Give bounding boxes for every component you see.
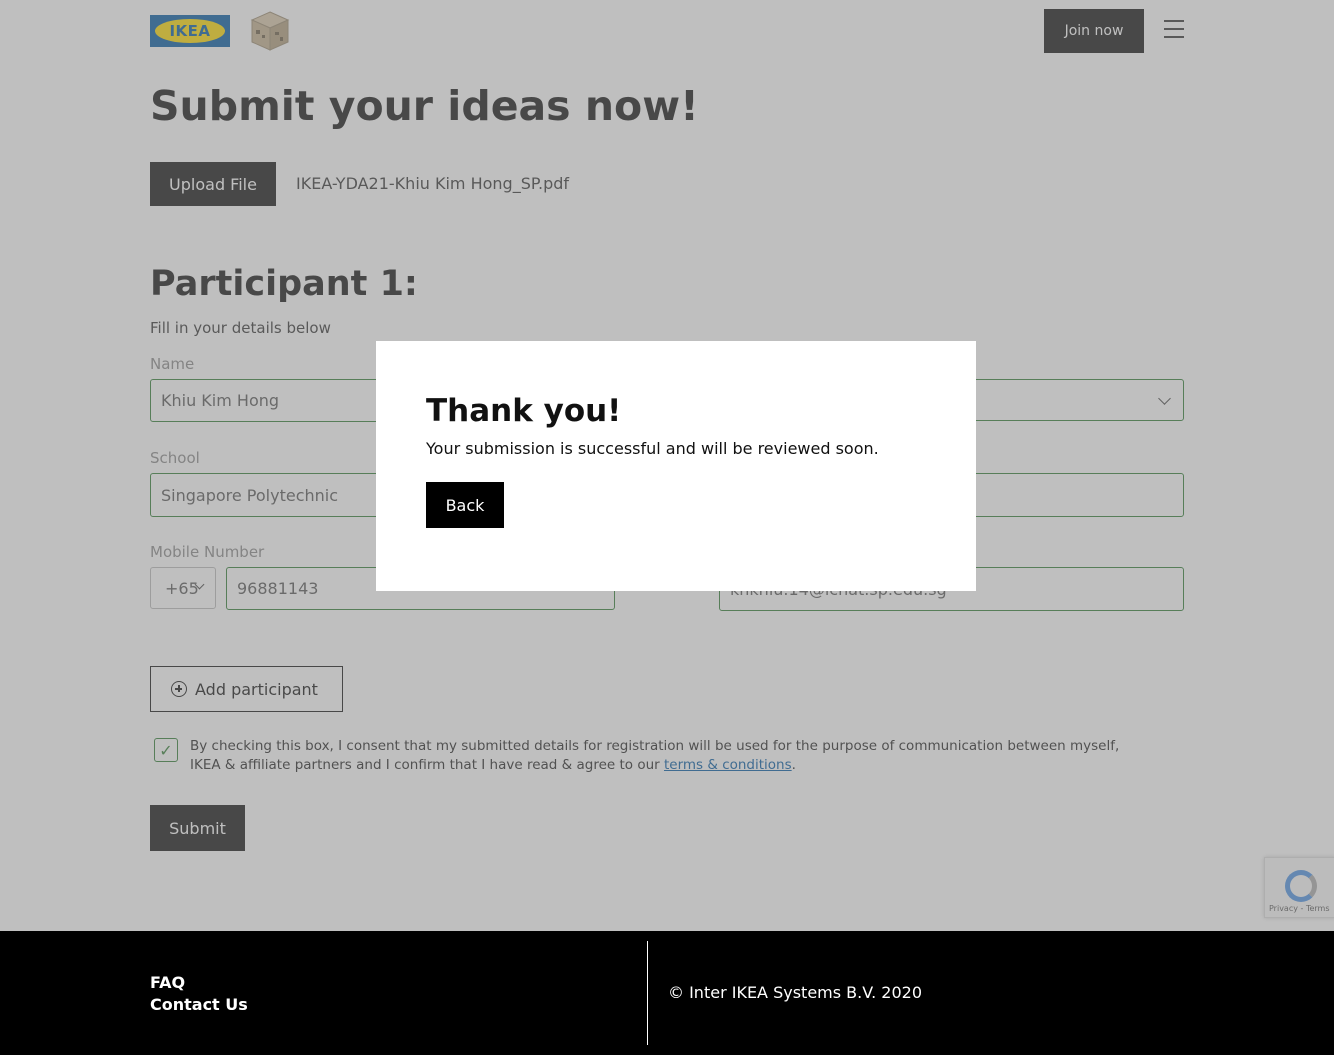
back-button[interactable]: Back	[426, 482, 504, 528]
contact-us-link[interactable]: Contact Us	[150, 994, 248, 1016]
footer-links: FAQ Contact Us	[150, 972, 248, 1016]
faq-link[interactable]: FAQ	[150, 972, 248, 994]
footer: FAQ Contact Us © Inter IKEA Systems B.V.…	[0, 931, 1334, 1055]
thank-you-modal: Thank you! Your submission is successful…	[376, 341, 976, 591]
footer-divider	[647, 941, 648, 1045]
copyright-text: © Inter IKEA Systems B.V. 2020	[668, 983, 922, 1002]
modal-message: Your submission is successful and will b…	[426, 439, 879, 458]
modal-title: Thank you!	[426, 393, 622, 429]
